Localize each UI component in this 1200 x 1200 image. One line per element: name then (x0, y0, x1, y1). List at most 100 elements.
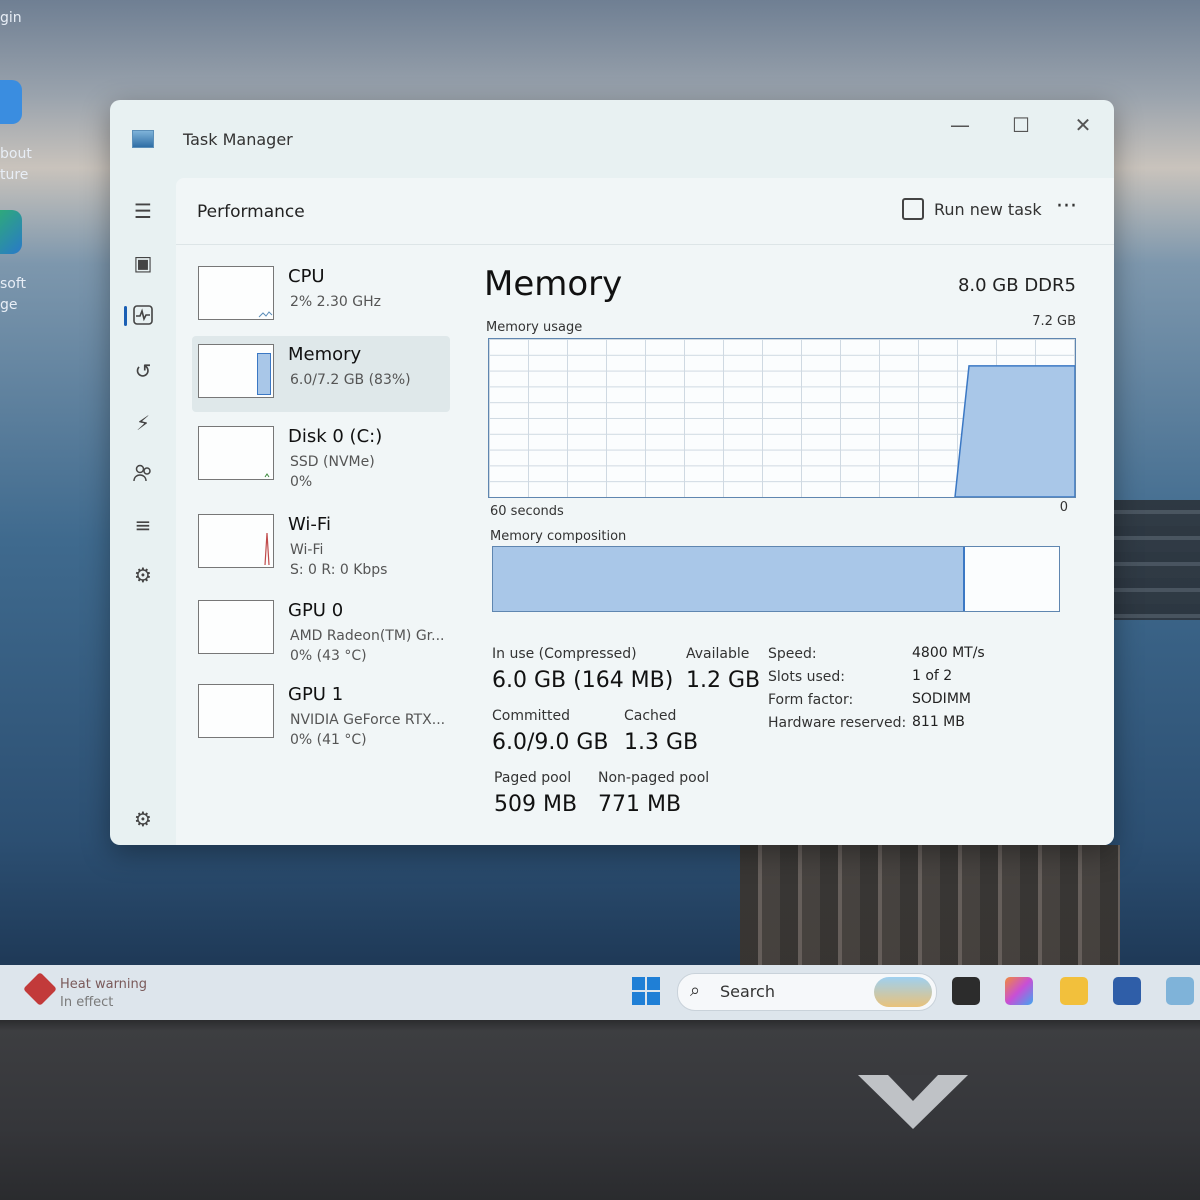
resource-memory[interactable]: Memory 6.0/7.2 GB (83%) (192, 336, 450, 412)
resource-wifi[interactable]: Wi-Fi Wi-Fi S: 0 R: 0 Kbps (192, 506, 450, 582)
start-button[interactable] (632, 977, 660, 1005)
memory-spec: 8.0 GB DDR5 (957, 275, 1076, 296)
cached-label: Cached (624, 708, 677, 724)
resource-disk[interactable]: Disk 0 (C:) SSD (NVMe) 0% (192, 418, 450, 494)
resource-cpu[interactable]: CPU 2% 2.30 GHz (192, 258, 450, 334)
maximize-button[interactable]: ☐ (993, 106, 1049, 144)
taskbar: Heat warning In effect ⌕ Search (0, 965, 1200, 1020)
gpu0-thumbnail-graph (198, 600, 274, 654)
memory-composition-bar (492, 546, 1060, 612)
resource-detail: AMD Radeon(TM) Gr... (290, 628, 445, 644)
non-paged-pool-value: 771 MB (598, 792, 682, 817)
nav-selection-indicator (124, 306, 127, 326)
resource-name: Wi-Fi (288, 514, 331, 535)
resource-name: CPU (288, 266, 325, 287)
settings-icon[interactable]: ⚙ (130, 806, 156, 832)
heat-warning-title: Heat warning (60, 977, 148, 992)
run-task-icon (902, 197, 924, 220)
users-icon[interactable] (130, 462, 156, 488)
resource-gpu0[interactable]: GPU 0 AMD Radeon(TM) Gr... 0% (43 °C) (192, 592, 450, 668)
processes-icon[interactable]: ▣ (130, 250, 156, 276)
wallpaper-dock (740, 845, 1120, 965)
memory-thumbnail-fill (257, 353, 271, 395)
spec-value: 1 of 2 (912, 668, 953, 684)
memory-usage-graph (488, 338, 1076, 498)
available-label: Available (686, 646, 750, 662)
desktop-label: soft (0, 276, 27, 292)
app-history-icon[interactable]: ↺ (130, 358, 156, 384)
performance-page: Performance Run new task ··· CPU 2% 2.30… (176, 178, 1114, 845)
header-divider (176, 244, 1114, 245)
startup-apps-icon[interactable]: ⚡ (130, 410, 156, 436)
spec-value: SODIMM (912, 691, 971, 707)
desktop-label: gin (0, 10, 22, 26)
memory-usage-label: Memory usage (486, 320, 583, 335)
committed-value: 6.0/9.0 GB (492, 730, 609, 755)
memory-usage-max: 7.2 GB (1032, 314, 1076, 329)
heat-warning-status: In effect (60, 995, 114, 1010)
search-highlight-image (874, 977, 932, 1007)
memory-usage-area (954, 365, 1075, 497)
disk-thumbnail-graph (198, 426, 274, 480)
spec-value: 4800 MT/s (912, 645, 985, 661)
performance-icon[interactable] (130, 304, 156, 330)
spec-value: 811 MB (912, 714, 965, 730)
resource-detail: 6.0/7.2 GB (83%) (290, 372, 411, 388)
time-span-label: 60 seconds (490, 504, 564, 519)
committed-label: Committed (492, 708, 570, 724)
detail-title: Memory (484, 264, 623, 304)
desktop-icons: gin bout ture soft ge (0, 0, 40, 360)
memory-composition-label: Memory composition (490, 529, 627, 544)
cached-value: 1.3 GB (624, 730, 699, 755)
minimize-button[interactable]: — (932, 106, 988, 144)
store-icon[interactable] (1113, 977, 1141, 1005)
desktop-label: ture (0, 167, 29, 183)
task-manager-taskbar-icon[interactable] (1166, 977, 1194, 1005)
graph-zero-label: 0 (1059, 500, 1068, 515)
more-options-button[interactable]: ··· (1056, 192, 1077, 222)
title-bar[interactable]: Task Manager — ☐ ✕ (110, 100, 1114, 178)
windows-logo-tile (647, 992, 660, 1005)
taskbar-search[interactable]: ⌕ Search (677, 973, 937, 1011)
hamburger-menu-icon[interactable]: ☰ (130, 198, 156, 224)
desktop-shortcut-icon[interactable] (0, 80, 22, 124)
window-title: Task Manager (183, 130, 293, 149)
resource-detail: NVIDIA GeForce RTX... (290, 712, 446, 728)
run-new-task-button[interactable]: Run new task (902, 192, 1042, 228)
resource-name: GPU 0 (288, 600, 344, 621)
resource-name: Memory (288, 344, 362, 365)
close-button[interactable]: ✕ (1055, 106, 1111, 144)
resource-name: Disk 0 (C:) (288, 426, 383, 447)
laptop-bezel (0, 1020, 1200, 1200)
composition-in-use (493, 547, 965, 611)
resource-name: GPU 1 (288, 684, 344, 705)
wifi-thumbnail-graph (198, 514, 274, 568)
desktop-label: ge (0, 297, 18, 313)
in-use-label: In use (Compressed) (492, 646, 637, 662)
file-explorer-icon[interactable] (1060, 977, 1088, 1005)
resource-detail: 0% (41 °C) (290, 732, 367, 748)
resource-detail: S: 0 R: 0 Kbps (290, 562, 388, 578)
resource-detail: SSD (NVMe) (290, 454, 375, 470)
spec-key: Hardware reserved: (768, 715, 907, 731)
available-value: 1.2 GB (686, 668, 761, 693)
resource-detail: Wi-Fi (290, 542, 324, 558)
resource-detail: 0% (43 °C) (290, 648, 367, 664)
windows-logo-tile (632, 992, 645, 1005)
services-icon[interactable]: ⚙ (130, 562, 156, 588)
non-paged-pool-label: Non-paged pool (598, 770, 710, 786)
resource-detail: 0% (290, 474, 313, 490)
edge-icon[interactable] (0, 210, 22, 254)
paged-pool-label: Paged pool (494, 770, 572, 786)
search-icon: ⌕ (690, 980, 701, 1001)
details-icon[interactable]: ≡ (130, 512, 156, 538)
gpu1-thumbnail-graph (198, 684, 274, 738)
windows-logo-tile (647, 977, 660, 990)
copilot-icon[interactable] (1005, 977, 1033, 1005)
task-view-icon[interactable] (952, 977, 980, 1005)
warning-icon (23, 972, 57, 1006)
resource-gpu1[interactable]: GPU 1 NVIDIA GeForce RTX... 0% (41 °C) (192, 676, 450, 752)
page-title: Performance (197, 202, 305, 222)
laptop-logo-inner (888, 1075, 938, 1101)
search-placeholder: Search (720, 982, 775, 1001)
